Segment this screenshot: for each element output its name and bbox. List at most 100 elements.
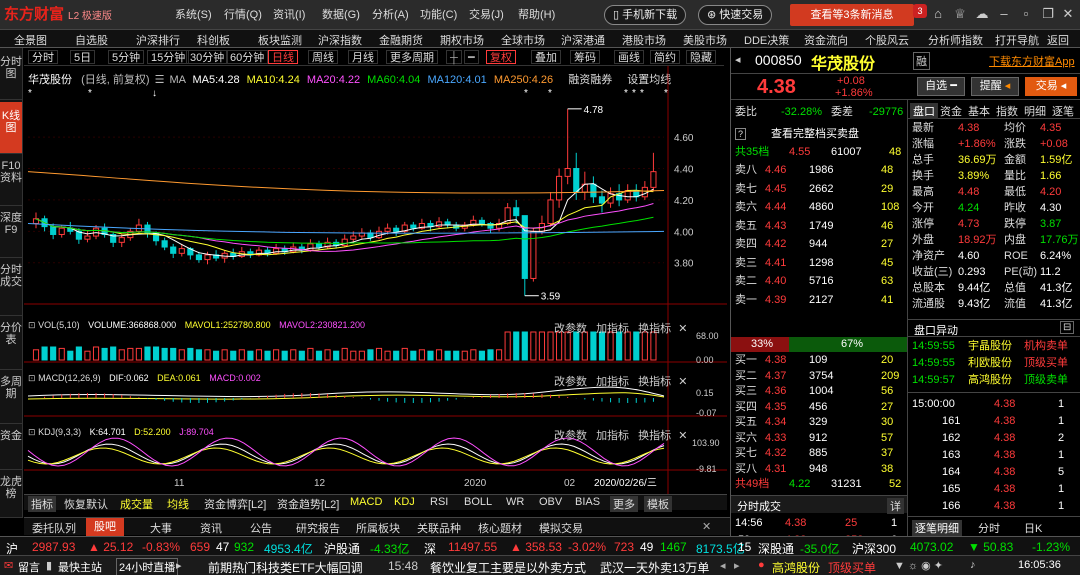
mobile-download-button[interactable]: ▯ 手机新下载: [604, 5, 687, 25]
adjust-button[interactable]: 复权: [486, 50, 516, 64]
live-label[interactable]: 24小时直播: [116, 558, 179, 575]
side-tab-detail[interactable]: 明细: [1024, 103, 1046, 119]
hs300-index[interactable]: 4073.02: [910, 540, 953, 554]
tab-kline[interactable]: K线图: [0, 102, 22, 154]
chips-button[interactable]: 筹码: [570, 50, 600, 64]
tab-f10[interactable]: F10资料: [0, 156, 22, 206]
scroll-right-icon[interactable]: ▸: [734, 559, 740, 572]
side-tab-tick[interactable]: 逐笔: [1052, 103, 1074, 119]
station-label[interactable]: 最快主站: [58, 559, 102, 575]
expand-icon[interactable]: ⊟: [1060, 321, 1075, 334]
download-app-link[interactable]: 下载东方财富App: [989, 53, 1075, 69]
period-15min[interactable]: 15分钟: [147, 50, 190, 64]
nav-global[interactable]: 全球市场: [501, 32, 545, 48]
period-timeshare[interactable]: 分时: [28, 50, 58, 64]
message-label[interactable]: 留言: [18, 559, 40, 575]
bottom-tab-news[interactable]: 资讯: [200, 520, 222, 536]
indicator-tab-macd[interactable]: MACD: [350, 496, 382, 508]
full-depth-row[interactable]: ? 查看完整档买卖盘: [735, 127, 905, 142]
kdj-edit-param[interactable]: 改参数: [554, 430, 587, 442]
side-tab-basic[interactable]: 基本: [968, 103, 990, 119]
macd-add-indicator[interactable]: 加指标: [596, 376, 629, 388]
trades-detail-button[interactable]: 详: [887, 498, 904, 514]
vol-icon[interactable]: ⊡: [28, 320, 36, 330]
vol-add-indicator[interactable]: 加指标: [596, 323, 629, 335]
nav-options[interactable]: 期权市场: [440, 32, 484, 48]
tab-depth[interactable]: 深度F9: [0, 208, 22, 258]
message-icon[interactable]: ✉: [4, 559, 13, 572]
macd-edit-param[interactable]: 改参数: [554, 376, 587, 388]
indicator-tab-ma[interactable]: 均线: [167, 496, 189, 512]
menu-function[interactable]: 功能(C): [420, 6, 457, 22]
bottom-tab-sectors[interactable]: 所属板块: [356, 520, 400, 536]
period-weekly[interactable]: 周线: [308, 50, 338, 64]
menu-trade[interactable]: 交易(J): [469, 6, 504, 22]
indicator-tab-wr[interactable]: WR: [506, 496, 524, 508]
nav-index[interactable]: 沪深指数: [318, 32, 362, 48]
sz-index[interactable]: 11497.55: [448, 540, 497, 554]
tick-tab-detail[interactable]: 逐笔明细: [912, 520, 962, 536]
side-tab-fund[interactable]: 资金: [940, 103, 962, 119]
indicator-tab-more[interactable]: 更多: [610, 496, 638, 512]
bottom-tab-themes[interactable]: 核心题材: [478, 520, 522, 536]
menu-system[interactable]: 系统(S): [175, 6, 212, 22]
collapse-icon[interactable]: ✕: [702, 520, 711, 533]
mail-badge[interactable]: 3: [913, 4, 927, 18]
period-5min[interactable]: 5分钟: [108, 50, 145, 64]
indicator-tab-obv[interactable]: OBV: [539, 496, 562, 508]
prev-stock-icon[interactable]: ◂: [735, 53, 741, 66]
kdj-close-icon[interactable]: ✕: [678, 430, 687, 442]
vol-close-icon[interactable]: ✕: [678, 323, 687, 335]
indicator-tab-index[interactable]: 指标: [28, 496, 56, 512]
nav-sector-monitor[interactable]: 板块监测: [258, 32, 302, 48]
kline-chart-area[interactable]: 华茂股份 (日线, 前复权) ☰ MA MA5:4.28 MA10:4.24 M…: [24, 66, 727, 494]
menu-data[interactable]: 数据(G): [322, 6, 360, 22]
trade-button[interactable]: 交易 ◂: [1025, 77, 1077, 96]
nav-watchlist[interactable]: 自选股: [75, 32, 108, 48]
bottom-tab-research[interactable]: 研究报告: [296, 520, 340, 536]
overlay-button[interactable]: 叠加: [531, 50, 561, 64]
tick-tab-timeshare[interactable]: 分时: [978, 520, 1000, 536]
shirt-icon[interactable]: ♕: [952, 6, 968, 22]
restore-icon[interactable]: ❐: [1040, 6, 1056, 22]
speaker-icon[interactable]: ♪: [970, 559, 976, 571]
period-60min[interactable]: 60分钟: [226, 50, 269, 64]
bottom-tab-queue[interactable]: 委托队列: [32, 520, 76, 536]
macd-switch-indicator[interactable]: 换指标: [638, 376, 671, 388]
side-tab-pankou[interactable]: 盘口: [910, 103, 938, 119]
period-minus[interactable]: ━: [464, 50, 479, 64]
bottom-tab-related[interactable]: 关联品种: [417, 520, 461, 536]
indicator-tab-fund-game[interactable]: 资金博弈[L2]: [204, 496, 266, 512]
indicator-tab-rsi[interactable]: RSI: [430, 496, 448, 508]
tab-dragon-tiger[interactable]: 龙虎榜: [0, 472, 22, 518]
period-more[interactable]: 更多周期: [386, 50, 438, 64]
indicator-tab-kdj[interactable]: KDJ: [394, 496, 415, 508]
kdj-icon[interactable]: ⊡: [28, 427, 36, 437]
tab-price-table[interactable]: 分价表: [0, 318, 22, 370]
nav-back[interactable]: 返回: [1047, 32, 1069, 48]
alert-stock[interactable]: 高鸿股份: [772, 559, 820, 575]
nav-open-nav[interactable]: 打开导航: [995, 32, 1039, 48]
nav-stock-events[interactable]: 个股风云: [865, 32, 909, 48]
sh-index[interactable]: 2987.93: [32, 540, 75, 554]
period-daily[interactable]: 日线: [268, 50, 298, 64]
nav-dde[interactable]: DDE决策: [744, 32, 789, 48]
menu-info[interactable]: 资讯(I): [273, 6, 305, 22]
nav-star-market[interactable]: 科创板: [197, 32, 230, 48]
indicator-tab-volume[interactable]: 成交量: [120, 496, 153, 512]
simple-button[interactable]: 简约: [650, 50, 680, 64]
minimize-icon[interactable]: –: [996, 6, 1012, 22]
bottom-tab-simulate[interactable]: 模拟交易: [539, 520, 583, 536]
nav-connect[interactable]: 沪深港通: [561, 32, 605, 48]
news-item-2[interactable]: 餐饮业复工主要是以外卖方式: [430, 559, 586, 575]
nav-us[interactable]: 美股市场: [683, 32, 727, 48]
period-30min[interactable]: 30分钟: [186, 50, 229, 64]
close-icon[interactable]: ✕: [1060, 6, 1076, 22]
nav-hk[interactable]: 港股市场: [622, 32, 666, 48]
tick-tab-dayk[interactable]: 日K: [1024, 520, 1042, 536]
vol-edit-param[interactable]: 改参数: [554, 323, 587, 335]
period-monthly[interactable]: 月线: [348, 50, 378, 64]
tab-timeshare[interactable]: 分时图: [0, 52, 22, 100]
hide-button[interactable]: 隐藏: [686, 50, 716, 64]
indicator-tab-bias[interactable]: BIAS: [575, 496, 600, 508]
